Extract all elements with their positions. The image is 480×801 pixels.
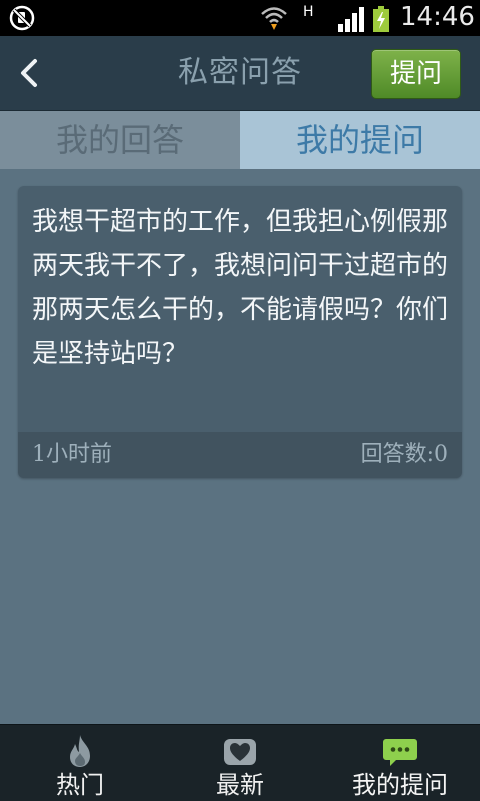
status-bar: H 14:46 bbox=[0, 0, 480, 36]
question-text: 我想干超市的工作，但我担心例假那两天我干不了，我想问问干过超市的那两天怎么干的，… bbox=[32, 207, 449, 369]
title-bar: 私密问答 提问 bbox=[0, 36, 480, 111]
bottom-nav: 热门 最新 我的提问 bbox=[0, 724, 480, 801]
battery-charging-icon bbox=[373, 6, 389, 32]
chat-bubble-icon bbox=[383, 739, 417, 766]
tab-my-answers[interactable]: 我的回答 bbox=[0, 111, 240, 169]
posted-time: 1小时前 bbox=[32, 442, 112, 467]
signal-icon bbox=[338, 7, 364, 32]
ask-question-button[interactable]: 提问 bbox=[371, 49, 461, 99]
back-button[interactable] bbox=[6, 50, 52, 96]
heart-icon bbox=[224, 739, 256, 765]
nav-label-my-questions: 我的提问 bbox=[352, 771, 448, 799]
network-type-indicator: H bbox=[303, 4, 314, 20]
clock: 14:46 bbox=[400, 2, 475, 32]
nav-label-hot: 热门 bbox=[56, 771, 104, 799]
no-sim-icon bbox=[9, 5, 35, 31]
tab-my-questions[interactable]: 我的提问 bbox=[240, 111, 480, 169]
nav-item-my-questions[interactable]: 我的提问 bbox=[320, 725, 480, 801]
wifi-icon bbox=[261, 7, 287, 30]
question-card[interactable]: 我想干超市的工作，但我担心例假那两天我干不了，我想问问干过超市的那两天怎么干的，… bbox=[18, 186, 462, 478]
answer-count: 回答数:0 bbox=[360, 442, 448, 467]
card-footer: 1小时前 回答数:0 bbox=[18, 432, 462, 478]
flame-icon bbox=[70, 735, 90, 767]
nav-item-latest[interactable]: 最新 bbox=[160, 725, 320, 801]
tab-bar: 我的回答 我的提问 bbox=[0, 111, 480, 169]
chevron-left-icon bbox=[21, 59, 37, 87]
page-title: 私密问答 bbox=[178, 55, 302, 90]
nav-label-latest: 最新 bbox=[216, 771, 264, 799]
nav-item-hot[interactable]: 热门 bbox=[0, 725, 160, 801]
